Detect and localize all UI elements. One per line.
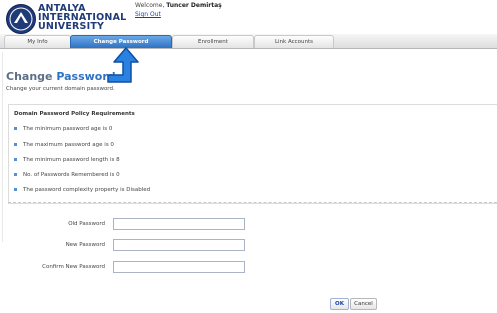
brand-line-3: UNIVERSITY — [38, 21, 105, 32]
old-password-label: Old Password — [68, 221, 105, 227]
university-name: ANTALYA INTERNATIONAL UNIVERSITY — [38, 4, 126, 32]
header: ANTALYA INTERNATIONAL UNIVERSITY Welcome… — [0, 0, 497, 34]
new-password-label: New Password — [65, 242, 105, 248]
old-password-input[interactable] — [113, 218, 245, 230]
welcome-prefix: Welcome, — [135, 2, 165, 9]
university-seal-icon — [6, 4, 36, 34]
page-title: Change Password — [6, 70, 116, 83]
policy-item-text: The maximum password age is 0 — [23, 142, 114, 148]
policy-item-text: The minimum password age is 0 — [23, 126, 113, 132]
bullet-icon — [14, 158, 17, 161]
page-title-part1: Change — [6, 70, 53, 83]
bullet-icon — [14, 143, 17, 146]
policy-panel: Domain Password Policy Requirements The … — [8, 104, 497, 204]
policy-item-text: The minimum password length is 8 — [23, 157, 120, 163]
user-name: Tuncer Demirtaş — [166, 2, 222, 9]
tab-link-accounts[interactable]: Link Accounts — [254, 35, 334, 48]
page-description: Change your current domain password. — [6, 86, 115, 92]
bullet-icon — [14, 127, 17, 130]
section-divider — [8, 202, 497, 203]
new-password-input[interactable] — [113, 239, 245, 251]
policy-item-text: The password complexity property is Disa… — [23, 187, 151, 193]
policy-item: The password complexity property is Disa… — [14, 187, 150, 193]
policy-item: No. of Passwords Remembered is 0 — [14, 172, 120, 178]
left-rule — [2, 52, 3, 242]
policy-item: The maximum password age is 0 — [14, 142, 114, 148]
tab-bar: My Info Change Password Enrollment Link … — [0, 34, 497, 49]
policy-item-text: No. of Passwords Remembered is 0 — [23, 172, 120, 178]
ok-button[interactable]: OK — [330, 298, 349, 310]
policy-item: The minimum password length is 8 — [14, 157, 120, 163]
policy-title: Domain Password Policy Requirements — [14, 111, 135, 117]
tab-my-info[interactable]: My Info — [4, 35, 71, 48]
arrow-up-icon — [107, 47, 139, 83]
bullet-icon — [14, 173, 17, 176]
cancel-button[interactable]: Cancel — [350, 298, 377, 310]
welcome-text: Welcome, Tuncer Demirtaş — [135, 2, 222, 9]
policy-item: The minimum password age is 0 — [14, 126, 112, 132]
sign-out-link[interactable]: Sign Out — [135, 11, 161, 18]
tab-enrollment[interactable]: Enrollment — [172, 35, 254, 48]
confirm-password-input[interactable] — [113, 261, 245, 273]
confirm-password-label: Confirm New Password — [42, 264, 105, 270]
bullet-icon — [14, 188, 17, 191]
